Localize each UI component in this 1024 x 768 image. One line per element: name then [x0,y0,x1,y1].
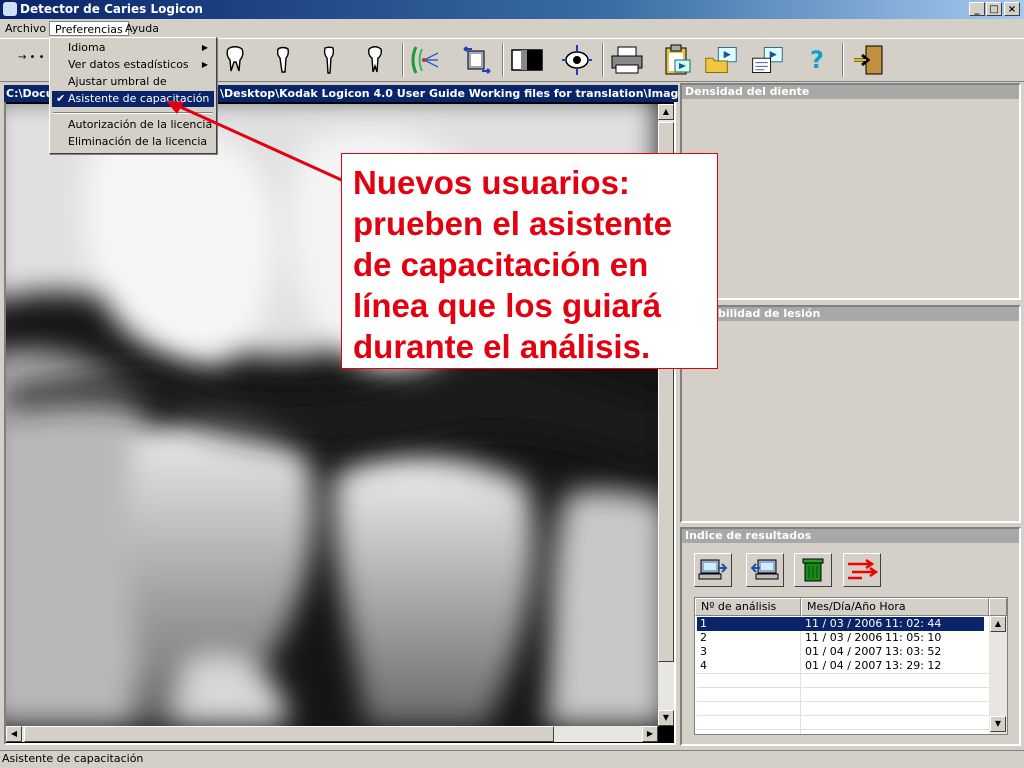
tooth-icon[interactable] [312,43,346,77]
preferences-dropdown: Idioma ▶ Ver datos estadísticos ▶ Ajusta… [49,37,217,154]
scroll-down-button[interactable]: ▼ [658,710,674,726]
menu-item-label: Idioma [68,41,106,54]
callout-line: prueben el asistente [353,205,673,242]
callout-line: Nuevos usuarios: [353,164,630,201]
tooth-icon[interactable] [358,43,392,77]
lesion-panel-title: bilidad de lesión [682,307,1019,321]
exit-icon[interactable] [852,43,886,77]
table-row[interactable]: 3 01 / 04 / 2007 13: 03: 52 [697,645,984,659]
column-header-analysis-number[interactable]: Nº de análisis [695,598,801,616]
column-header-blank [989,598,1007,616]
submenu-arrow-icon: ▶ [201,43,208,52]
analysis-date: 01 / 04 / 2007 [805,645,883,658]
tooth-icon[interactable] [218,43,252,77]
open-folder-icon[interactable] [704,43,738,77]
toolbar-left-control[interactable]: → • • [18,52,45,63]
scroll-up-button[interactable]: ▲ [990,616,1006,632]
analysis-time: 11: 05: 10 [885,631,942,644]
density-panel: Densidad del diente [680,83,1021,300]
window-title: Detector de Caries Logicon [20,2,203,16]
scroll-up-button[interactable]: ▲ [658,104,674,120]
menu-item-eliminacion[interactable]: Eliminación de la licencia [52,134,214,150]
callout-line: durante el análisis. [353,328,651,365]
submenu-arrow-icon: ▶ [201,60,208,69]
results-panel-title: Indice de resultados [682,529,1019,543]
close-button[interactable]: × [1004,2,1020,16]
analysis-date: 11 / 03 / 2006 [805,617,883,630]
scroll-left-button[interactable]: ◀ [6,726,22,742]
maximize-button[interactable]: □ [986,2,1002,16]
horizontal-scroll-thumb[interactable] [24,726,554,742]
menu-item-autorizacion[interactable]: Autorización de la licencia [52,117,214,133]
title-bar: Detector de Caries Logicon _ □ × [0,0,1024,19]
results-scrollbar[interactable]: ▲ ▼ [989,616,1007,734]
menu-item-label: Ver datos estadísticos [68,58,189,71]
image-adjust-icon[interactable] [460,43,494,77]
analysis-time: 11: 02: 44 [885,617,942,630]
table-row[interactable]: 1 11 / 03 / 2006 11: 02: 44 [697,617,984,631]
analysis-number: 4 [700,659,707,672]
results-table[interactable]: Nº de análisis Mes/Día/Año Hora 1 11 / 0… [694,597,1008,735]
checkmark-icon: ✔ [56,92,66,105]
scroll-right-button[interactable]: ▶ [642,726,658,742]
callout-line: de capacitación en [353,246,649,283]
density-panel-title: Densidad del diente [682,85,1019,99]
print-icon[interactable] [610,43,644,77]
analysis-time: 13: 29: 12 [885,659,942,672]
table-row[interactable]: 2 11 / 03 / 2006 11: 05: 10 [697,631,984,645]
computer-back-icon[interactable] [746,553,784,587]
menu-item-ver-datos[interactable]: Ver datos estadísticos ▶ [52,57,214,73]
analysis-number: 2 [700,631,707,644]
table-row[interactable]: 4 01 / 04 / 2007 13: 29: 12 [697,659,984,673]
scroll-down-button[interactable]: ▼ [990,716,1006,732]
menu-separator [53,112,213,114]
contrast-icon[interactable] [510,43,544,77]
lesion-panel: bilidad de lesión [680,305,1021,523]
horizontal-scrollbar[interactable]: ◀ ▶ [6,726,658,742]
help-icon[interactable]: ? [800,43,834,77]
export-icon[interactable] [750,43,784,77]
computer-forward-icon[interactable] [694,553,732,587]
scan-icon[interactable] [408,43,442,77]
callout-box: Nuevos usuarios: prueben el asistente de… [341,153,718,369]
analysis-date: 11 / 03 / 2006 [805,631,883,644]
menu-item-label: Eliminación de la licencia [68,135,208,148]
analysis-number: 1 [700,617,707,630]
menu-archivo[interactable]: Archivo [0,21,51,36]
analysis-date: 01 / 04 / 2007 [805,659,883,672]
status-bar: Asistente de capacitación [0,750,1024,768]
analysis-number: 3 [700,645,707,658]
callout-line: línea que los guiará [353,287,662,324]
menu-bar: Archivo Preferencias Ayuda [0,19,1024,38]
eye-target-icon[interactable] [560,43,594,77]
menu-preferencias[interactable]: Preferencias [49,21,129,36]
red-arrows-icon[interactable] [843,553,881,587]
analysis-time: 13: 03: 52 [885,645,942,658]
app-icon [3,2,17,16]
trash-icon[interactable] [794,553,832,587]
column-header-date-time[interactable]: Mes/Día/Año Hora [801,598,989,616]
clipboard-icon[interactable] [660,43,694,77]
menu-ayuda[interactable]: Ayuda [120,21,164,36]
tooth-icon[interactable] [266,43,300,77]
minimize-button[interactable]: _ [969,2,985,16]
menu-item-asistente[interactable]: ✔ Asistente de capacitación [52,91,214,107]
image-path-end: \Desktop\Kodak Logicon 4.0 User Guide Wo… [220,87,678,100]
menu-item-ajustar-umbral[interactable]: Ajustar umbral de decisión [52,74,214,104]
menu-item-label: Asistente de capacitación [68,92,210,105]
image-path-start: C:\Docu [6,87,54,100]
menu-item-label: Autorización de la licencia [68,118,213,131]
menu-item-idioma[interactable]: Idioma ▶ [52,40,214,56]
